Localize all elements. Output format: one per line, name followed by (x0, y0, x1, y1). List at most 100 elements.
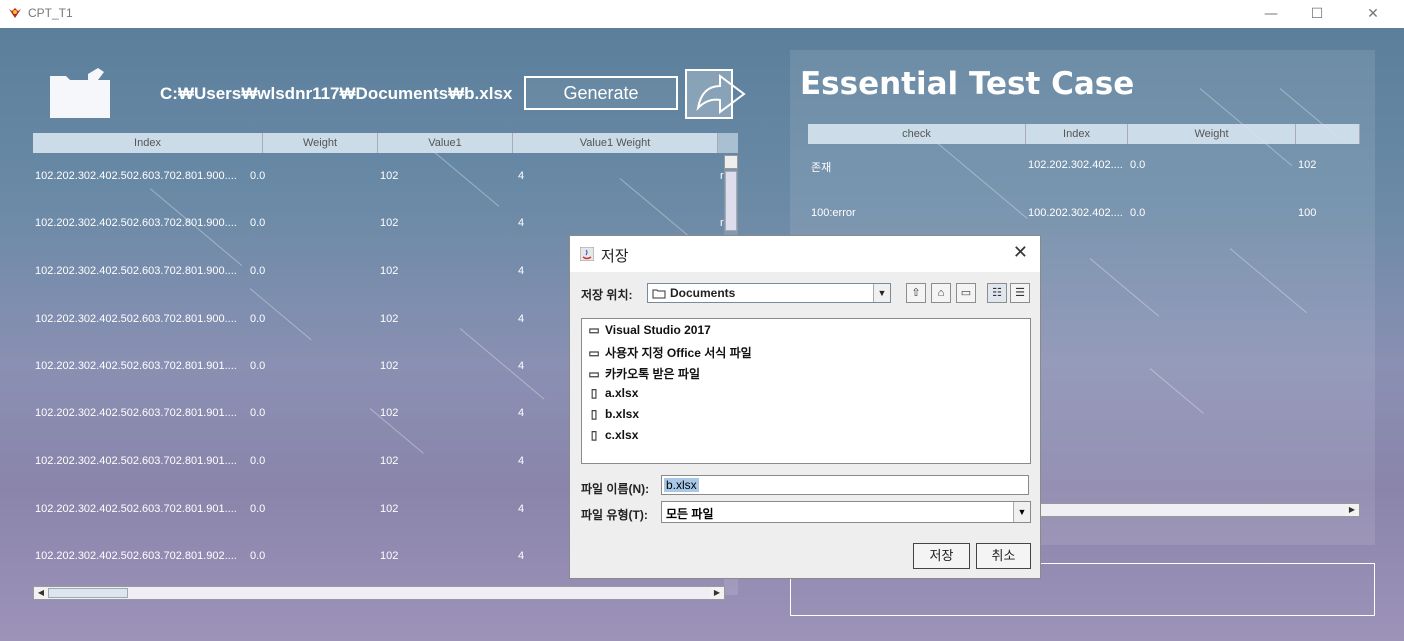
cancel-button[interactable]: 취소 (976, 543, 1031, 569)
cell-weight: 0.0 (1130, 207, 1146, 219)
folder-icon (652, 289, 666, 299)
file-icon: ▯ (590, 407, 598, 421)
column-header[interactable]: Index (33, 133, 263, 153)
cell-index: 102.202.302.402.502.603.702.801.901.... (35, 503, 237, 515)
filetype-value: 모든 파일 (666, 507, 714, 521)
cell-value1-weight: 4 (518, 407, 525, 419)
cell-weight: 0.0 (250, 455, 266, 467)
filename-label: 파일 이름(N): (581, 482, 650, 496)
dialog-titlebar: 저장 ✕ (570, 236, 1040, 272)
scroll-thumb[interactable] (725, 171, 737, 231)
look-in-label: 저장 위치: (581, 288, 633, 302)
home-icon[interactable]: ⌂ (931, 283, 951, 303)
list-view-icon[interactable]: ☷ (987, 283, 1007, 303)
dialog-title: 저장 (601, 248, 629, 265)
cell-value1-weight: 4 (518, 455, 525, 467)
cell-value: 102 (1298, 159, 1317, 171)
column-header[interactable]: check (808, 124, 1026, 144)
open-folder-icon[interactable] (48, 64, 112, 120)
cell-value1-weight: 4 (518, 265, 525, 277)
column-header[interactable]: Index (1026, 124, 1128, 144)
cell-weight: 0.0 (250, 503, 266, 515)
column-header[interactable]: Value1 (378, 133, 513, 153)
left-table-horizontal-scrollbar[interactable]: ◀ ▶ (33, 586, 725, 600)
chevron-down-icon[interactable]: ▼ (1013, 502, 1030, 522)
app-icon (9, 8, 21, 18)
list-item[interactable]: ▯ b.xlsx (586, 407, 639, 425)
cell-value1: 102 (380, 313, 399, 325)
chevron-down-icon[interactable]: ▼ (873, 284, 890, 302)
column-header[interactable] (1296, 124, 1360, 144)
cell-check: 존재 (811, 162, 832, 174)
details-view-icon[interactable]: ☰ (1010, 283, 1030, 303)
list-item[interactable]: ▯ a.xlsx (586, 386, 639, 404)
file-icon: ▯ (590, 428, 598, 442)
folder-icon: ▭ (588, 346, 600, 360)
cell-value1: 102 (380, 407, 399, 419)
table-row[interactable]: 100:error 100.202.302.402.... 0.0 100 (808, 207, 1360, 223)
cell-weight: 0.0 (1130, 159, 1146, 171)
cell-value1: 102 (380, 503, 399, 515)
table-row[interactable]: 102.202.302.402.502.603.702.801.900.... … (33, 170, 724, 186)
list-item[interactable]: ▯ c.xlsx (586, 428, 639, 446)
new-folder-icon[interactable]: ▭ (956, 283, 976, 303)
up-folder-icon[interactable]: ⇧ (906, 283, 926, 303)
cell-index: 102.202.302.402.502.603.702.801.901.... (35, 455, 237, 467)
scroll-up-button[interactable] (724, 155, 738, 169)
cell-index: 102.202.302.402.502.603.702.801.902.... (35, 550, 237, 562)
scroll-left-button[interactable]: ◀ (34, 587, 48, 599)
cell-value1-weight: 4 (518, 313, 525, 325)
cell-index: 102.202.302.402.502.603.702.801.901.... (35, 360, 237, 372)
cell-value1: 102 (380, 455, 399, 467)
window-title: CPT_T1 (28, 6, 73, 20)
scroll-thumb[interactable] (48, 588, 128, 598)
save-dialog: 저장 ✕ 저장 위치: Documents ▼ ⇧ ⌂ ▭ ☷ ☰ ▭ Visua… (569, 235, 1041, 579)
panel-title: Essential Test Case (800, 66, 1135, 102)
generate-button[interactable]: Generate (524, 76, 678, 110)
export-icon[interactable] (684, 68, 754, 120)
cell-value1-weight: 4 (518, 217, 525, 229)
list-item[interactable]: ▭ 카카오톡 받은 파일 (586, 365, 700, 383)
close-icon[interactable]: ✕ (1013, 242, 1028, 263)
list-item[interactable]: ▭ 사용자 지정 Office 서식 파일 (586, 344, 751, 362)
cell-value1: 102 (380, 170, 399, 182)
cell-index: 102.202.302.402.... (1028, 159, 1123, 171)
minimize-button[interactable]: — (1248, 0, 1294, 28)
scroll-right-button[interactable]: ▶ (1345, 504, 1359, 516)
folder-icon: ▭ (588, 367, 600, 381)
scroll-right-button[interactable]: ▶ (710, 587, 724, 599)
cell-weight: 0.0 (250, 407, 266, 419)
cell-value1: 102 (380, 360, 399, 372)
filename-input[interactable]: b.xlsx (661, 475, 1029, 495)
cell-index: 102.202.302.402.502.603.702.801.900.... (35, 217, 237, 229)
column-header[interactable]: Value1 Weight (513, 133, 718, 153)
close-button[interactable]: ✕ (1350, 0, 1396, 28)
look-in-select[interactable]: Documents ▼ (647, 283, 891, 303)
maximize-button[interactable]: ☐ (1294, 0, 1340, 28)
cell-weight: 0.0 (250, 360, 266, 372)
filename-value: b.xlsx (664, 478, 699, 492)
cell-index: 102.202.302.402.502.603.702.801.900.... (35, 265, 237, 277)
right-table-horizontal-scrollbar[interactable]: ▶ (1040, 503, 1360, 517)
cell-index: 102.202.302.402.502.603.702.801.901.... (35, 407, 237, 419)
table-row[interactable]: 102.202.302.402.502.603.702.801.900.... … (33, 217, 724, 233)
table-row[interactable]: 존재 102.202.302.402.... 0.0 102 (808, 159, 1360, 175)
cell-index: 102.202.302.402.502.603.702.801.900.... (35, 313, 237, 325)
look-in-value: Documents (670, 286, 736, 300)
cell-index: 100.202.302.402.... (1028, 207, 1123, 219)
save-button[interactable]: 저장 (913, 543, 970, 569)
filetype-select[interactable]: 모든 파일 ▼ (661, 501, 1031, 523)
file-icon: ▯ (590, 386, 598, 400)
table-corner (718, 133, 738, 153)
file-path-label: C:₩Users₩wlsdnr117₩Documents₩b.xlsx (160, 84, 513, 103)
left-table-header: Index Weight Value1 Value1 Weight (33, 133, 718, 153)
cell-check: 100:error (811, 207, 856, 219)
right-table-header: check Index Weight (808, 124, 1360, 144)
file-list: ▭ Visual Studio 2017 ▭ 사용자 지정 Office 서식 파일… (581, 318, 1031, 464)
column-header[interactable]: Weight (263, 133, 378, 153)
cell-value1-weight: 4 (518, 170, 525, 182)
cell-value1: 102 (380, 217, 399, 229)
filetype-label: 파일 유형(T): (581, 508, 648, 522)
list-item[interactable]: ▭ Visual Studio 2017 (586, 323, 711, 341)
column-header[interactable]: Weight (1128, 124, 1296, 144)
